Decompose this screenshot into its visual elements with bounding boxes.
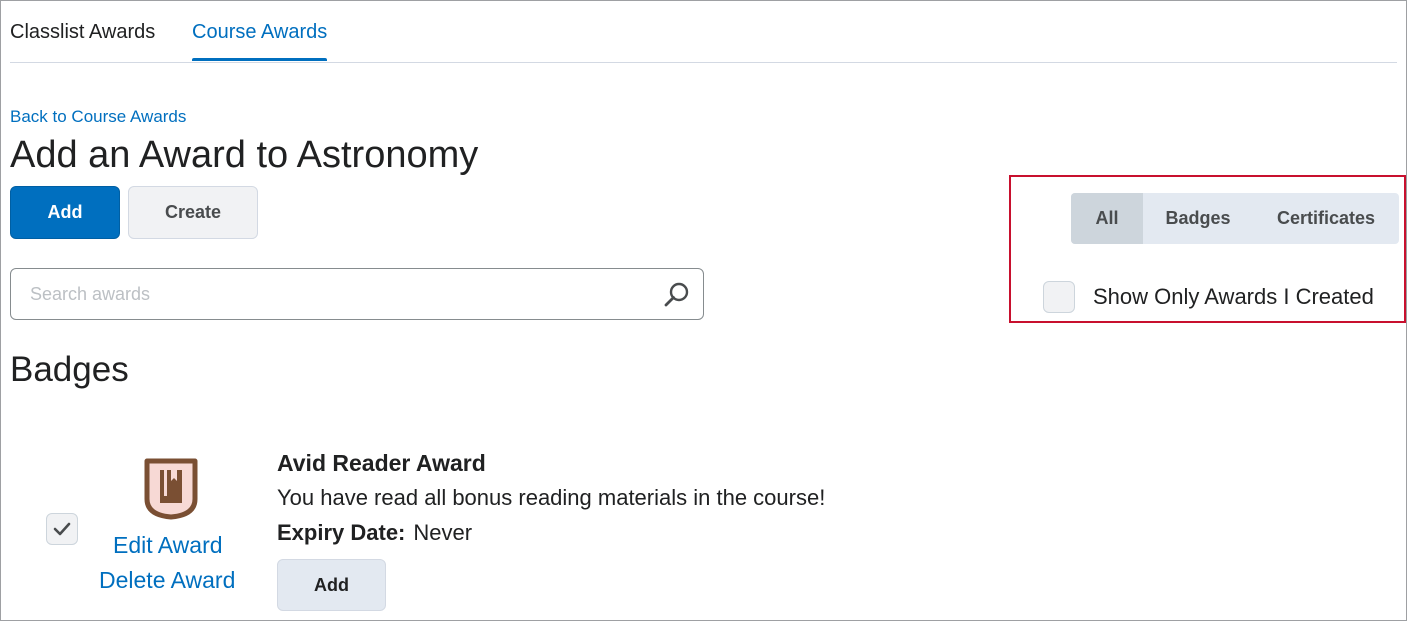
filter-badges-button[interactable]: Badges: [1143, 193, 1253, 244]
tab-classlist-awards[interactable]: Classlist Awards: [10, 20, 155, 44]
badges-section-title: Badges: [10, 350, 129, 389]
search-box: [10, 268, 704, 320]
search-icon[interactable]: [663, 281, 691, 309]
expiry-label: Expiry Date:: [277, 520, 406, 545]
award-description: You have read all bonus reading material…: [277, 485, 826, 510]
award-expiry: Expiry Date: Never: [277, 520, 472, 546]
tab-bar: Classlist Awards Course Awards: [10, 0, 1397, 63]
create-button[interactable]: Create: [128, 186, 258, 239]
expiry-value: Never: [413, 520, 473, 545]
award-type-filter: All Badges Certificates: [1071, 193, 1399, 244]
page-title: Add an Award to Astronomy: [10, 134, 479, 176]
book-badge-icon: [144, 458, 198, 520]
search-input[interactable]: [12, 270, 652, 318]
show-only-mine-checkbox[interactable]: [1043, 281, 1075, 313]
show-only-mine-row: Show Only Awards I Created: [1043, 281, 1374, 313]
add-button[interactable]: Add: [10, 186, 120, 239]
edit-award-link[interactable]: Edit Award: [113, 532, 223, 559]
delete-award-link[interactable]: Delete Award: [99, 567, 235, 594]
tab-course-awards[interactable]: Course Awards: [192, 20, 328, 61]
award-add-button[interactable]: Add: [277, 559, 386, 611]
filter-certificates-button[interactable]: Certificates: [1253, 193, 1399, 244]
filter-all-button[interactable]: All: [1071, 193, 1143, 244]
checkmark-icon: [53, 522, 71, 536]
show-only-mine-label: Show Only Awards I Created: [1093, 284, 1374, 309]
award-select-checkbox[interactable]: [46, 513, 78, 545]
back-to-course-awards-link[interactable]: Back to Course Awards: [10, 107, 186, 127]
filter-panel: All Badges Certificates Show Only Awards…: [1009, 175, 1406, 323]
award-name: Avid Reader Award: [277, 450, 486, 476]
